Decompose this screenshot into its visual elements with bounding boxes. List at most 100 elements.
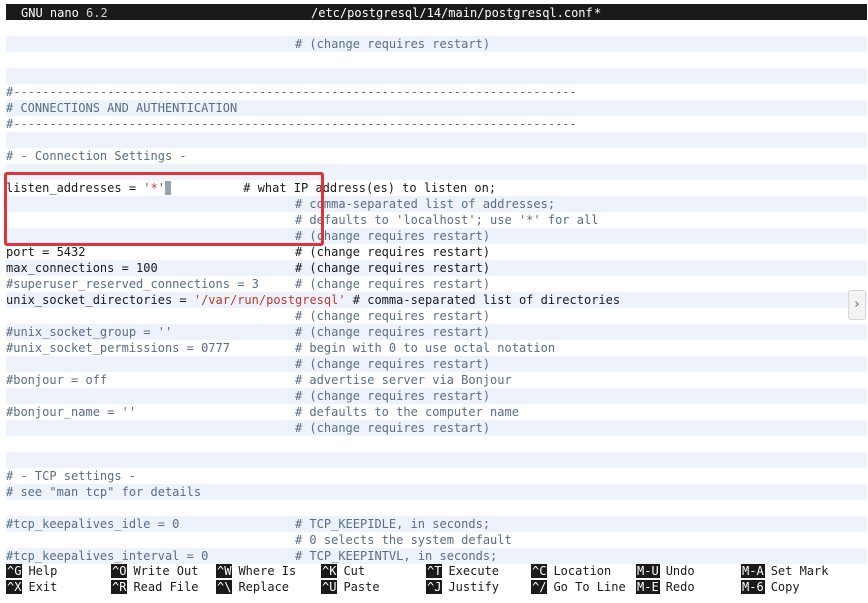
shortcut-bar: ^G Help ^X Exit ^O Write Out ^R Read File ^W Wher… bbox=[6, 563, 867, 597]
buffer-text: #bonjour_name = '' # defaults to the com… bbox=[6, 405, 519, 419]
nano-title-bar: GNU nano 6.2 /etc/postgresql/14/main/pos… bbox=[6, 4, 867, 20]
shortcut-key: ^/ bbox=[531, 580, 548, 594]
buffer-line[interactable]: # (change requires restart) bbox=[6, 388, 867, 404]
buffer-line[interactable] bbox=[6, 500, 867, 516]
shortcut-label: Set Mark bbox=[770, 564, 829, 578]
buffer-line[interactable]: # (change requires restart) bbox=[6, 308, 867, 324]
shortcut-label: Exit bbox=[28, 580, 58, 594]
buffer-text: unix_socket_directories = bbox=[6, 293, 194, 307]
shortcut-execute[interactable]: ^T Execute bbox=[426, 563, 499, 579]
shortcut-key: ^K bbox=[321, 564, 338, 578]
buffer-text: # 0 selects the system default bbox=[6, 533, 512, 547]
shortcut-key: ^G bbox=[6, 564, 23, 578]
buffer-line[interactable]: #unix_socket_group = '' # (change requir… bbox=[6, 324, 867, 340]
shortcut-label: Execute bbox=[448, 564, 500, 578]
chevron-right-icon[interactable]: › bbox=[848, 290, 866, 320]
buffer-line[interactable] bbox=[6, 20, 867, 36]
buffer-line[interactable]: #bonjour = off # advertise server via Bo… bbox=[6, 372, 867, 388]
shortcut-exit[interactable]: ^X Exit bbox=[6, 579, 57, 595]
buffer-text: # - TCP settings - bbox=[6, 469, 137, 483]
buffer-line[interactable]: # see "man tcp" for details bbox=[6, 484, 867, 500]
buffer-text: # (change requires restart) bbox=[6, 37, 491, 51]
shortcut-label: Justify bbox=[448, 580, 500, 594]
buffer-line[interactable]: unix_socket_directories = '/var/run/post… bbox=[6, 292, 867, 308]
buffer-text: # (change requires restart) bbox=[6, 389, 491, 403]
shortcut-label: Go To Line bbox=[553, 580, 626, 594]
buffer-text: # - Connection Settings - bbox=[6, 149, 187, 163]
shortcut-key: ^U bbox=[321, 580, 338, 594]
shortcut-undo[interactable]: M-U Undo bbox=[636, 563, 695, 579]
shortcut-label: Redo bbox=[665, 580, 695, 594]
shortcut-paste[interactable]: ^U Paste bbox=[321, 579, 380, 595]
shortcut-label: Replace bbox=[238, 580, 290, 594]
shortcut-key: M-6 bbox=[741, 580, 765, 594]
buffer-line[interactable]: # (change requires restart) bbox=[6, 420, 867, 436]
buffer-line[interactable]: #---------------------------------------… bbox=[6, 116, 867, 132]
buffer-text: # (change requires restart) bbox=[6, 357, 491, 371]
shortcut-label: Write Out bbox=[133, 564, 199, 578]
app-name: GNU nano 6.2 bbox=[21, 5, 108, 21]
nano-terminal-window: GNU nano 6.2 /etc/postgresql/14/main/pos… bbox=[0, 0, 868, 603]
file-path: /etc/postgresql/14/main/postgresql.conf bbox=[311, 6, 593, 20]
buffer-line[interactable]: # - Connection Settings - bbox=[6, 148, 867, 164]
editor-buffer[interactable]: # (change requires restart) #------------… bbox=[6, 20, 867, 564]
buffer-text: max_connections = 100 # (change requires… bbox=[6, 261, 491, 275]
buffer-text: # comma-separated list of directories bbox=[345, 293, 621, 307]
buffer-line[interactable]: # 0 selects the system default bbox=[6, 532, 867, 548]
shortcut-redo[interactable]: M-E Redo bbox=[636, 579, 695, 595]
shortcut-label: Read File bbox=[133, 580, 199, 594]
shortcut-key: ^\ bbox=[216, 580, 233, 594]
shortcut-key: ^O bbox=[111, 564, 128, 578]
shortcut-go-to-line[interactable]: ^/ Go To Line bbox=[531, 579, 626, 595]
buffer-line[interactable]: max_connections = 100 # (change requires… bbox=[6, 260, 867, 276]
buffer-line[interactable]: # (change requires restart) bbox=[6, 36, 867, 52]
shortcut-copy[interactable]: M-6 Copy bbox=[741, 579, 800, 595]
shortcut-cut[interactable]: ^K Cut bbox=[321, 563, 365, 579]
buffer-line[interactable]: # - TCP settings - bbox=[6, 468, 867, 484]
shortcut-read-file[interactable]: ^R Read File bbox=[111, 579, 198, 595]
buffer-line[interactable]: # (change requires restart) bbox=[6, 356, 867, 372]
buffer-text: # (change requires restart) bbox=[6, 309, 491, 323]
buffer-line[interactable]: #superuser_reserved_connections = 3 # (c… bbox=[6, 276, 867, 292]
shortcut-where-is[interactable]: ^W Where Is bbox=[216, 563, 296, 579]
shortcut-key: ^J bbox=[426, 580, 443, 594]
buffer-line[interactable] bbox=[6, 52, 867, 68]
shortcut-location[interactable]: ^C Location bbox=[531, 563, 611, 579]
buffer-text: # see "man tcp" for details bbox=[6, 485, 202, 499]
app-version: 6.2 bbox=[86, 6, 108, 20]
shortcut-label: Help bbox=[28, 564, 58, 578]
highlight-annotation-box bbox=[4, 172, 324, 246]
buffer-line[interactable] bbox=[6, 132, 867, 148]
buffer-line[interactable] bbox=[6, 452, 867, 468]
buffer-text: # CONNECTIONS AND AUTHENTICATION bbox=[6, 101, 238, 115]
app-title: GNU nano bbox=[21, 6, 79, 20]
shortcut-label: Copy bbox=[770, 580, 800, 594]
buffer-text: #unix_socket_group = '' # (change requir… bbox=[6, 325, 491, 339]
shortcut-help[interactable]: ^G Help bbox=[6, 563, 57, 579]
buffer-line[interactable] bbox=[6, 68, 867, 84]
shortcut-set-mark[interactable]: M-A Set Mark bbox=[741, 563, 828, 579]
shortcut-label: Where Is bbox=[238, 564, 297, 578]
buffer-text: #bonjour = off # advertise server via Bo… bbox=[6, 373, 512, 387]
shortcut-justify[interactable]: ^J Justify bbox=[426, 579, 499, 595]
buffer-line[interactable]: #tcp_keepalives_interval = 0 # TCP_KEEPI… bbox=[6, 548, 867, 564]
buffer-text: #---------------------------------------… bbox=[6, 117, 577, 131]
buffer-text: #tcp_keepalives_idle = 0 # TCP_KEEPIDLE,… bbox=[6, 517, 491, 531]
buffer-line[interactable]: # CONNECTIONS AND AUTHENTICATION bbox=[6, 100, 867, 116]
buffer-line[interactable]: port = 5432 # (change requires restart) bbox=[6, 244, 867, 260]
modified-indicator: * bbox=[594, 6, 602, 20]
shortcut-replace[interactable]: ^\ Replace bbox=[216, 579, 289, 595]
shortcut-write-out[interactable]: ^O Write Out bbox=[111, 563, 198, 579]
buffer-line[interactable]: #---------------------------------------… bbox=[6, 84, 867, 100]
shortcut-label: Paste bbox=[343, 580, 380, 594]
shortcut-key: ^W bbox=[216, 564, 233, 578]
buffer-line[interactable]: #bonjour_name = '' # defaults to the com… bbox=[6, 404, 867, 420]
buffer-line[interactable]: #unix_socket_permissions = 0777 # begin … bbox=[6, 340, 867, 356]
buffer-line[interactable]: #tcp_keepalives_idle = 0 # TCP_KEEPIDLE,… bbox=[6, 516, 867, 532]
shortcut-key: M-E bbox=[636, 580, 660, 594]
buffer-line[interactable] bbox=[6, 436, 867, 452]
shortcut-label: Undo bbox=[665, 564, 695, 578]
buffer-text: #unix_socket_permissions = 0777 # begin … bbox=[6, 341, 556, 355]
buffer-text: #tcp_keepalives_interval = 0 # TCP_KEEPI… bbox=[6, 549, 498, 563]
buffer-text: #---------------------------------------… bbox=[6, 85, 577, 99]
